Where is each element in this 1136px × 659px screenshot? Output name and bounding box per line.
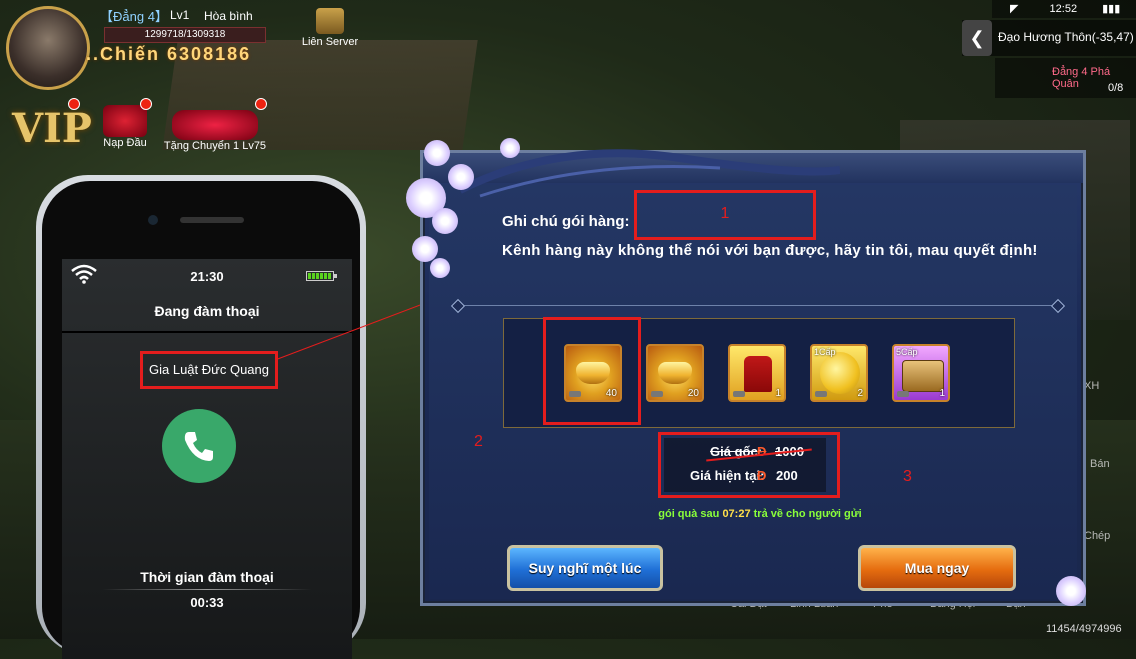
treasure-chest-icon: [902, 360, 944, 392]
annotation-label-2: 2: [474, 433, 483, 450]
costume-icon: [744, 356, 772, 392]
flower-decoration: [432, 208, 458, 234]
flower-decoration: [500, 138, 520, 158]
annotation-box-3: [658, 432, 840, 498]
note-description: Kênh hàng này không thể nói với bạn được…: [502, 242, 1038, 259]
annotation-box-2: [543, 317, 641, 425]
package-item[interactable]: 20: [646, 344, 704, 402]
expiry-timer: gói quà sau 07:27 trả về cho người gửi: [658, 508, 862, 520]
flower-decoration: [430, 258, 450, 278]
section-divider: [456, 305, 1060, 306]
gold-coin-icon: [820, 352, 860, 394]
flower-decoration: [412, 236, 438, 262]
package-item[interactable]: 5Cấp 1: [892, 344, 950, 402]
annotation-label-1: 1: [720, 205, 730, 222]
buy-now-button[interactable]: Mua ngay: [858, 545, 1016, 591]
annotation-box-1: 1: [634, 190, 816, 240]
lock-icon: [651, 391, 663, 397]
note-label: Ghi chú gói hàng:: [502, 213, 630, 230]
gold-ingot-icon: [658, 362, 692, 384]
lock-icon: [733, 391, 745, 397]
flower-decoration: [1056, 576, 1086, 606]
flower-decoration: [424, 140, 450, 166]
lock-icon: [815, 391, 827, 397]
think-later-button[interactable]: Suy nghĩ một lúc: [507, 545, 663, 591]
lock-icon: [897, 391, 909, 397]
package-item[interactable]: 1Cấp 2: [810, 344, 868, 402]
annotation-label-3: 3: [903, 468, 912, 485]
flower-decoration: [448, 164, 474, 190]
package-item[interactable]: 1: [728, 344, 786, 402]
